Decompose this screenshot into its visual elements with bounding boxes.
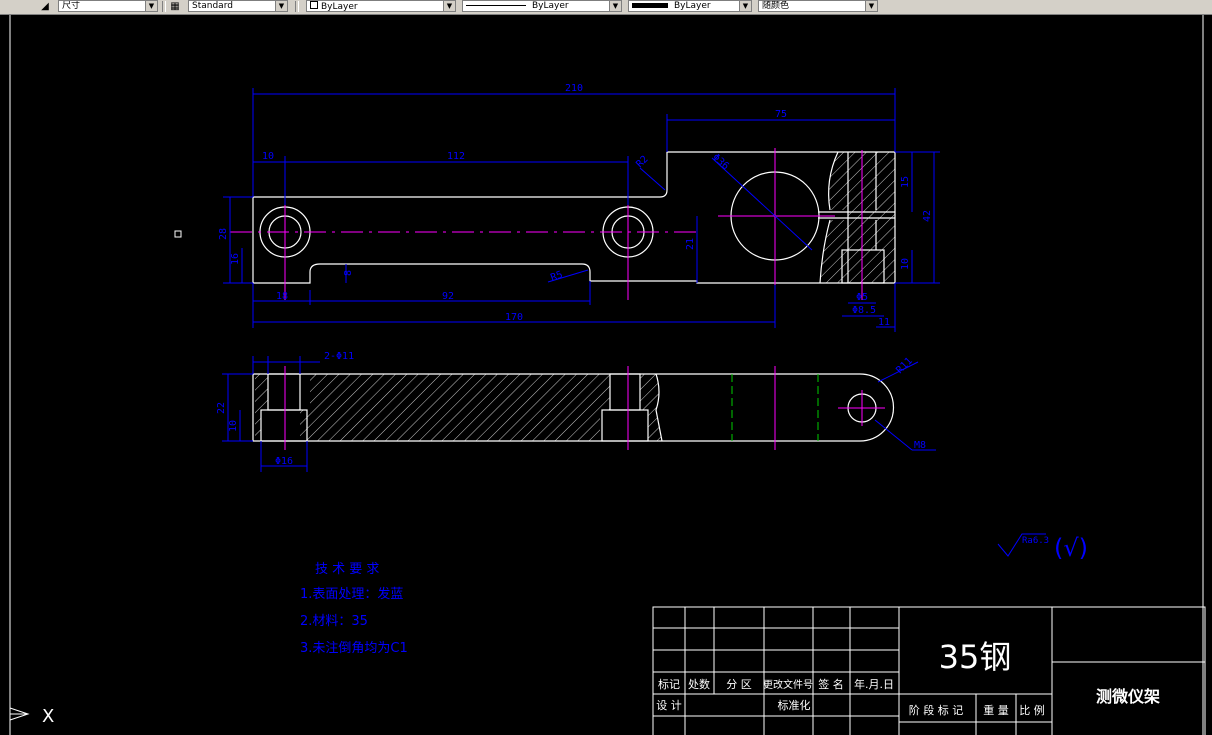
textstyle-dropdown[interactable]: Standard ▼ bbox=[188, 0, 288, 12]
top-view bbox=[252, 151, 896, 284]
layer-value: ByLayer bbox=[321, 2, 358, 12]
tech-title: 技 术 要 求 bbox=[315, 562, 379, 577]
dim-phi36: Φ36 bbox=[710, 152, 731, 172]
textstyle-icon[interactable]: ▦ bbox=[166, 0, 184, 12]
color-value: 随颜色 bbox=[762, 1, 790, 11]
material-label: 35钢 bbox=[939, 638, 1012, 676]
dim-170: 170 bbox=[505, 312, 523, 323]
layer-dropdown[interactable]: ByLayer ▼ bbox=[306, 0, 456, 12]
dim-210: 210 bbox=[565, 83, 583, 94]
color-dropdown[interactable]: 随颜色 ▼ bbox=[758, 0, 878, 12]
chevron-down-icon[interactable]: ▼ bbox=[609, 1, 621, 11]
ucs-icon: X bbox=[9, 706, 54, 727]
dim-75: 75 bbox=[775, 109, 787, 120]
header-stage: 阶 段 标 记 bbox=[909, 703, 964, 717]
chevron-down-icon[interactable]: ▼ bbox=[275, 1, 287, 11]
lineweight-dropdown[interactable]: ByLayer ▼ bbox=[628, 0, 752, 12]
dim-11: 11 bbox=[878, 317, 890, 328]
top-view-centerlines bbox=[230, 148, 863, 300]
dim-42: 42 bbox=[922, 210, 933, 222]
dimstyle-value: 尺寸 bbox=[62, 1, 81, 11]
front-view bbox=[252, 373, 895, 442]
header-zone: 分 区 bbox=[726, 678, 752, 691]
chevron-down-icon[interactable]: ▼ bbox=[443, 1, 455, 11]
lineweight-value: ByLayer bbox=[674, 1, 711, 11]
dim-r2: R2 bbox=[634, 154, 650, 170]
row-std: 标准化 bbox=[778, 698, 811, 712]
linetype-sample bbox=[466, 5, 526, 6]
dim-92: 92 bbox=[442, 291, 454, 302]
lineweight-sample bbox=[632, 3, 668, 8]
part-name: 测微仪架 bbox=[1096, 687, 1160, 706]
dim-21: 21 bbox=[685, 238, 696, 250]
drawing-canvas[interactable]: 210 75 10 112 R2 Φ36 28 16 8 21 R5 18 92… bbox=[0, 15, 1212, 735]
chevron-down-icon[interactable]: ▼ bbox=[865, 1, 877, 11]
ucs-x-label: X bbox=[42, 706, 54, 727]
chevron-down-icon[interactable]: ▼ bbox=[145, 1, 157, 11]
dim-r5: R5 bbox=[549, 269, 564, 283]
header-mark: 标记 bbox=[658, 677, 680, 691]
dim-15: 15 bbox=[900, 176, 911, 188]
toolbar-separator bbox=[295, 1, 299, 12]
dim-r11: R11 bbox=[894, 356, 915, 377]
dim-10: 10 bbox=[262, 151, 274, 162]
tech-item-2: 2.材料：35 bbox=[300, 614, 368, 629]
tech-item-3: 3.未注倒角均为C1 bbox=[300, 641, 408, 656]
header-weight: 重 量 bbox=[983, 703, 1009, 717]
dim-22: 22 bbox=[216, 402, 227, 414]
header-sign: 签 名 bbox=[818, 677, 844, 691]
dim-10b: 10 bbox=[900, 258, 911, 270]
dim-2-phi11: 2-Φ11 bbox=[324, 351, 354, 362]
roughness-value: Ra6.3 bbox=[1022, 536, 1049, 546]
header-doc: 更改文件号 bbox=[763, 678, 813, 691]
dim-18: 18 bbox=[276, 291, 288, 302]
dim-112: 112 bbox=[447, 151, 465, 162]
layer-swatch-icon bbox=[310, 1, 318, 9]
header-count: 处数 bbox=[688, 678, 710, 691]
linetype-value: ByLayer bbox=[532, 1, 569, 11]
properties-toolbar: ◢ 尺寸 ▼ ▦ Standard ▼ ByLayer ▼ ByLayer ▼ … bbox=[0, 0, 1212, 15]
dim-16: 16 bbox=[230, 253, 241, 265]
textstyle-value: Standard bbox=[192, 1, 233, 11]
chevron-down-icon[interactable]: ▼ bbox=[739, 1, 751, 11]
technical-requirements: 技 术 要 求 1.表面处理：发蓝 2.材料：35 3.未注倒角均为C1 bbox=[300, 562, 408, 656]
header-scale: 比 例 bbox=[1019, 703, 1045, 717]
dimstyle-dropdown[interactable]: 尺寸 ▼ bbox=[58, 0, 158, 12]
dim-phi8: Φ8.5 bbox=[852, 305, 876, 316]
dim-phi16: Φ16 bbox=[275, 456, 293, 467]
row-design: 设 计 bbox=[656, 699, 682, 712]
dim-10c: 10 bbox=[228, 420, 239, 432]
dimstyle-icon[interactable]: ◢ bbox=[36, 0, 54, 12]
dim-28: 28 bbox=[218, 228, 229, 240]
linetype-dropdown[interactable]: ByLayer ▼ bbox=[462, 0, 622, 12]
dim-phi5: Φ5 bbox=[856, 292, 868, 303]
grip-marker[interactable] bbox=[174, 230, 182, 238]
tech-item-1: 1.表面处理：发蓝 bbox=[300, 586, 403, 602]
dim-8: 8 bbox=[343, 270, 354, 276]
header-date: 年.月.日 bbox=[854, 677, 894, 691]
roughness-paren: (√) bbox=[1054, 534, 1088, 562]
surface-roughness-symbol: Ra6.3 (√) bbox=[997, 533, 1088, 562]
dim-m8: M8 bbox=[914, 440, 926, 451]
